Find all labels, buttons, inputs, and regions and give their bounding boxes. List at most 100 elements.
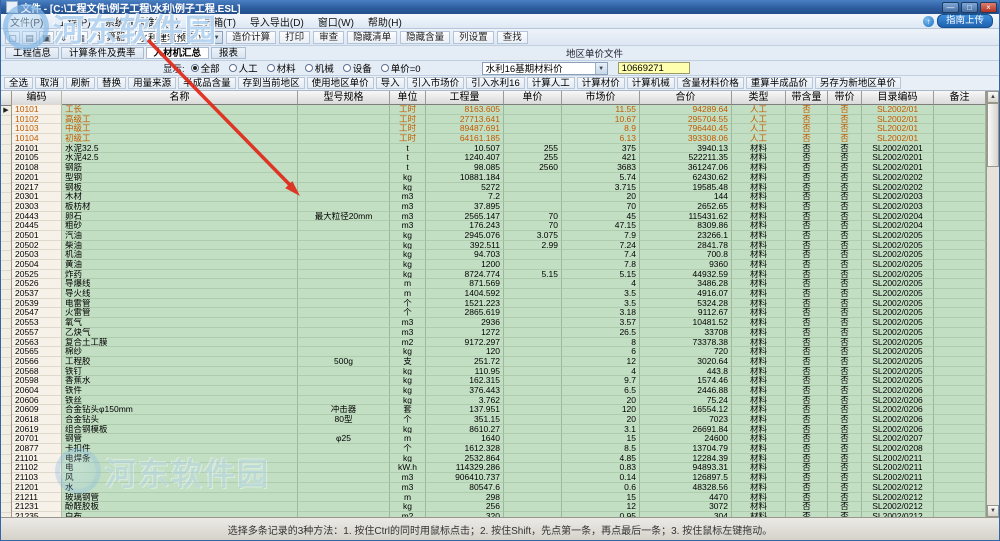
table-row[interactable]: 20609合金钻头φ150mm冲击器套137.95112016554.12材料否… <box>12 405 986 415</box>
scroll-up-icon[interactable]: ▲ <box>987 91 999 103</box>
title-bar[interactable]: 文件 - [C:\工程文件\例子工程\水利\例子工程.ESL] — □ × <box>1 0 999 14</box>
filter-radio-4[interactable]: 机械 <box>305 61 334 75</box>
export-icon[interactable]: ⇓ <box>56 31 71 44</box>
table-row[interactable]: 20108钢筋t98.08525603683361247.06材料否否SL200… <box>12 163 986 173</box>
action-button-11[interactable]: 引入水利16 <box>466 77 525 89</box>
region-price-file-dropdown[interactable]: 水利16基期材料价 ▼ <box>482 62 608 75</box>
total-value-field[interactable]: 10669271 <box>618 62 690 74</box>
vertical-scrollbar[interactable]: ▲ ▼ <box>986 91 999 517</box>
column-header-12[interactable]: 目录编码 <box>862 91 934 105</box>
table-row[interactable]: 20502柴油kg392.5112.997.242841.78材料否否SL200… <box>12 241 986 251</box>
column-header-13[interactable]: 备注 <box>934 91 986 105</box>
action-button-16[interactable]: 重算半成品价 <box>746 77 813 89</box>
action-button-10[interactable]: 引入市场价 <box>407 77 465 89</box>
column-header-5[interactable]: 工程量 <box>426 91 504 105</box>
action-button-8[interactable]: 使用地区单价 <box>307 77 374 89</box>
toolbar-button-2[interactable]: 打印 <box>279 31 310 44</box>
table-row[interactable]: 21101电焊条kg2532.8644.8512284.39材料否否SL2002… <box>12 454 986 464</box>
table-row[interactable]: 20504黄油kg12007.89360材料否否SL2002/0205 <box>12 260 986 270</box>
action-button-5[interactable]: 用量来源 <box>128 77 176 89</box>
table-row[interactable]: 21231酚醛胶板kg256123072材料否否SL2002/0212 <box>12 502 986 512</box>
toolbar-button-6[interactable]: 列设置 <box>453 31 494 44</box>
table-row[interactable]: 10104初级工工时64161.1856.13393308.06人工否否SL20… <box>12 134 986 144</box>
action-button-3[interactable]: 刷新 <box>66 77 95 89</box>
action-button-7[interactable]: 存到当前地区 <box>238 77 305 89</box>
scroll-down-icon[interactable]: ▼ <box>987 505 999 517</box>
column-header-2[interactable]: 名称 <box>62 91 298 105</box>
table-row[interactable]: 20539电雷管个1521.2233.55324.28材料否否SL2002/02… <box>12 299 986 309</box>
minimize-button[interactable]: — <box>942 2 959 13</box>
view-tab-3[interactable]: 人材机汇总 <box>146 47 210 59</box>
table-row[interactable]: 20201型钢kg10881.1845.7462430.62材料否否SL2002… <box>12 173 986 183</box>
column-header-3[interactable]: 型号规格 <box>298 91 390 105</box>
table-row[interactable]: 20301木材m37.220144材料否否SL2002/0203 <box>12 192 986 202</box>
column-header-1[interactable]: 编码 <box>12 91 62 105</box>
table-row[interactable]: 20501汽油kg2945.0763.0757.923266.1材料否否SL20… <box>12 231 986 241</box>
filter-radio-5[interactable]: 设备 <box>343 61 372 75</box>
table-row[interactable]: 20606铁丝kg3.7622075.24材料否否SL2002/0206 <box>12 396 986 406</box>
new-file-icon[interactable]: ▢ <box>5 31 20 44</box>
table-row[interactable]: 20619组合钢模板kg8610.273.126691.84材料否否SL2002… <box>12 425 986 435</box>
table-row[interactable]: 20445粗砂m3176.2437047.158309.86材料否否SL2002… <box>12 221 986 231</box>
filter-radio-1[interactable]: 全部 <box>191 61 220 75</box>
view-tab-2[interactable]: 计算条件及费率 <box>61 47 144 59</box>
toolbar-button-3[interactable]: 审查 <box>313 31 344 44</box>
table-row[interactable]: 20303板枋材m337.895702652.65材料否否SL2002/0203 <box>12 202 986 212</box>
table-row[interactable]: 10103中级工工时89487.6918.9796440.45人工否否SL200… <box>12 124 986 134</box>
action-button-1[interactable]: 全选 <box>4 77 33 89</box>
menu-item-1[interactable]: 文件(P) <box>3 14 50 29</box>
table-row[interactable]: 10101工长工时8163.60511.5594289.64人工否否SL2002… <box>12 105 986 115</box>
template-dropdown[interactable]: 水利建筑预算02 ▼ <box>135 31 224 44</box>
toolbar-button-1[interactable]: 造价计算 <box>226 31 276 44</box>
action-button-2[interactable]: 取消 <box>35 77 64 89</box>
view-tab-4[interactable]: 报表 <box>211 47 246 59</box>
table-row[interactable]: 20525炸药kg8724.7745.155.1544932.59材料否否SL2… <box>12 270 986 280</box>
table-row[interactable]: 21201水m380547.60.648328.56材料否否SL2002/021… <box>12 483 986 493</box>
table-row[interactable]: 20598香蕉水kg162.3159.71574.46材料否否SL2002/02… <box>12 376 986 386</box>
toolbar-button-5[interactable]: 隐藏含量 <box>400 31 450 44</box>
table-row[interactable]: 20563复合土工膜m29172.297873378.38材料否否SL2002/… <box>12 338 986 348</box>
table-row[interactable]: 20877卡扣件个1612.3288.513704.79材料否否SL2002/0… <box>12 444 986 454</box>
column-header-6[interactable]: 单价 <box>504 91 562 105</box>
action-button-14[interactable]: 计算机械 <box>627 77 675 89</box>
action-button-6[interactable]: 半成品含量 <box>178 77 236 89</box>
filter-radio-3[interactable]: 材料 <box>267 61 296 75</box>
table-row[interactable]: 20604铁件kg376.4436.52446.88材料否否SL2002/020… <box>12 386 986 396</box>
calculator-button[interactable]: 计算器 <box>91 31 132 44</box>
filter-radio-6[interactable]: 单价=0 <box>381 61 421 75</box>
table-row[interactable]: 10102高级工工时27713.64110.67295704.55人工否否SL2… <box>12 115 986 125</box>
view-tab-1[interactable]: 工程信息 <box>5 47 59 59</box>
column-header-9[interactable]: 类型 <box>732 91 786 105</box>
column-header-4[interactable]: 单位 <box>390 91 426 105</box>
menu-item-3[interactable]: 系统数据维护(Q) <box>98 14 186 29</box>
scrollbar-track[interactable] <box>987 103 999 505</box>
menu-item-4[interactable]: 工具箱(T) <box>186 14 243 29</box>
menu-item-2[interactable]: 工程(P) <box>50 14 97 29</box>
table-row[interactable]: 20701钢管φ25m16401524600材料否否SL2002/0207 <box>12 434 986 444</box>
table-row[interactable]: 20568铁钉kg110.954443.8材料否否SL2002/0205 <box>12 367 986 377</box>
table-row[interactable]: 20503机油kg94.7037.4700.8材料否否SL2002/0205 <box>12 250 986 260</box>
toolbar-button-4[interactable]: 隐藏清单 <box>347 31 397 44</box>
table-row[interactable]: 21211玻璃钢管m298154470材料否否SL2002/0212 <box>12 493 986 503</box>
save-icon[interactable]: ▣ <box>39 31 54 44</box>
menu-item-7[interactable]: 帮助(H) <box>361 14 409 29</box>
filter-radio-2[interactable]: 人工 <box>229 61 258 75</box>
menu-item-5[interactable]: 导入导出(D) <box>243 14 311 29</box>
guide-upload-button[interactable]: 指南上传 <box>937 14 993 28</box>
close-button[interactable]: × <box>980 2 997 13</box>
table-row[interactable]: 20101水泥32.5t10.5072553753940.13材料否否SL200… <box>12 144 986 154</box>
table-row[interactable]: 20217钢板kg52723.71519585.48材料否否SL2002/020… <box>12 183 986 193</box>
action-button-12[interactable]: 计算人工 <box>527 77 575 89</box>
table-row[interactable]: 20565棉纱kg1206720材料否否SL2002/0205 <box>12 347 986 357</box>
maximize-button[interactable]: □ <box>961 2 978 13</box>
column-header-8[interactable]: 合价 <box>640 91 732 105</box>
action-button-15[interactable]: 含量材料价格 <box>677 77 744 89</box>
table-row[interactable]: 20557乙炔气m3127226.533708材料否否SL2002/0205 <box>12 328 986 338</box>
table-row[interactable]: 20553氧气m329363.5710481.52材料否否SL2002/0205 <box>12 318 986 328</box>
column-header-10[interactable]: 带含量 <box>786 91 828 105</box>
table-row[interactable]: 20547火雷管个2865.6193.189112.67材料否否SL2002/0… <box>12 308 986 318</box>
action-button-13[interactable]: 计算材价 <box>577 77 625 89</box>
scrollbar-thumb[interactable] <box>987 103 999 167</box>
action-button-9[interactable]: 导入 <box>376 77 405 89</box>
action-button-17[interactable]: 另存为新地区单价 <box>815 77 901 89</box>
